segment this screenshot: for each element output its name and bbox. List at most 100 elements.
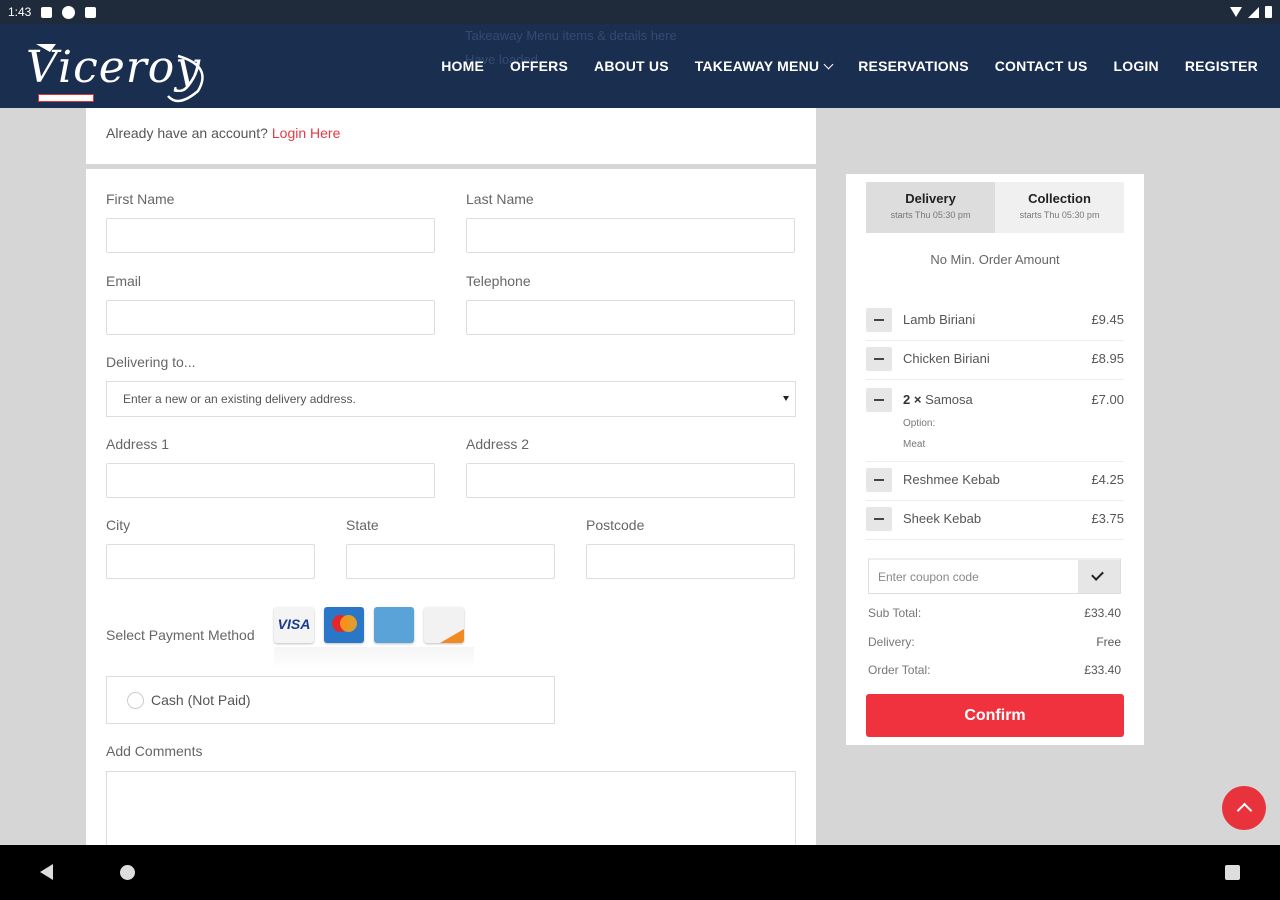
min-order-text: No Min. Order Amount bbox=[930, 252, 1060, 267]
telephone-field[interactable] bbox=[466, 300, 795, 335]
coupon-placeholder: Enter coupon code bbox=[878, 570, 979, 584]
delivery-address-select-value: Enter a new or an existing delivery addr… bbox=[123, 392, 356, 406]
cash-payment-option[interactable]: Cash (Not Paid) bbox=[106, 676, 555, 724]
cart-item-name-text: Samosa bbox=[925, 392, 973, 407]
login-prompt-panel: Already have an account? Login Here bbox=[86, 108, 816, 164]
cart-item: Lamb Biriani £9.45 bbox=[866, 302, 1124, 341]
cash-option-label: Cash (Not Paid) bbox=[151, 692, 251, 708]
login-prompt-text: Already have an account? bbox=[106, 125, 268, 141]
city-field[interactable] bbox=[106, 544, 315, 579]
mastercard-icon bbox=[324, 607, 364, 643]
sub-total-value: £33.40 bbox=[1084, 606, 1121, 620]
scroll-to-top-button[interactable] bbox=[1222, 786, 1266, 830]
nav-reservations[interactable]: RESERVATIONS bbox=[858, 58, 969, 74]
nav-about-us[interactable]: ABOUT US bbox=[594, 58, 669, 74]
nav-takeaway-menu[interactable]: TAKEAWAY MENU bbox=[694, 58, 834, 74]
cart-item-price: £7.00 bbox=[1091, 392, 1124, 407]
remove-item-button[interactable] bbox=[866, 308, 892, 332]
cart-item-name: Chicken Biriani bbox=[903, 351, 990, 366]
cart-item: Reshmee Kebab £4.25 bbox=[866, 462, 1124, 501]
amex-card-icon bbox=[374, 607, 414, 643]
nav-takeaway-label: TAKEAWAY MENU bbox=[694, 58, 820, 74]
cart-item-price: £8.95 bbox=[1091, 351, 1124, 366]
coupon-field[interactable]: Enter coupon code bbox=[868, 558, 1121, 594]
cart-item-name: Sheek Kebab bbox=[903, 511, 982, 526]
email-field[interactable] bbox=[106, 300, 435, 335]
back-icon[interactable] bbox=[40, 864, 53, 880]
telephone-label: Telephone bbox=[466, 273, 531, 289]
comments-label: Add Comments bbox=[106, 743, 203, 759]
home-icon[interactable] bbox=[120, 865, 135, 880]
nav-contact-us[interactable]: CONTACT US bbox=[995, 58, 1088, 74]
cart-item-price: £3.75 bbox=[1091, 511, 1124, 526]
confirm-button[interactable]: Confirm bbox=[866, 694, 1124, 737]
site-header: Takeaway Menu items & details here Have … bbox=[0, 24, 1280, 108]
nav-home[interactable]: HOME bbox=[441, 58, 484, 74]
notification-icon bbox=[62, 5, 76, 19]
recent-apps-icon[interactable] bbox=[1225, 865, 1240, 880]
address2-label: Address 2 bbox=[466, 436, 530, 452]
cart-item: 2 × Samosa £7.00 Option: Meat bbox=[866, 380, 1124, 462]
system-nav-bar bbox=[0, 845, 1280, 900]
email-label: Email bbox=[106, 273, 142, 289]
nav-register[interactable]: REGISTER bbox=[1185, 58, 1258, 74]
remove-item-button[interactable] bbox=[866, 468, 892, 492]
address1-field[interactable] bbox=[106, 463, 435, 498]
delivery-value: Free bbox=[1096, 635, 1121, 649]
state-field[interactable] bbox=[346, 544, 555, 579]
notification-icon bbox=[41, 6, 53, 18]
cart-item: Sheek Kebab £3.75 bbox=[866, 501, 1124, 540]
order-total-row: Order Total: £33.40 bbox=[868, 663, 1121, 677]
card-reflection bbox=[274, 647, 474, 669]
battery-icon bbox=[1265, 6, 1272, 18]
delivery-row: Delivery: Free bbox=[868, 635, 1121, 649]
notification-icon bbox=[85, 6, 97, 18]
sub-total-row: Sub Total: £33.40 bbox=[868, 606, 1121, 620]
cart-items: Lamb Biriani £9.45 Chicken Biriani £8.95… bbox=[866, 302, 1124, 540]
postcode-field[interactable] bbox=[586, 544, 795, 579]
status-time: 1:43 bbox=[8, 5, 32, 19]
sub-total-label: Sub Total: bbox=[868, 606, 922, 620]
last-name-field[interactable] bbox=[466, 218, 795, 253]
order-cart: Delivery starts Thu 05:30 pm Collection … bbox=[846, 174, 1144, 745]
apply-coupon-check-icon[interactable] bbox=[1078, 560, 1120, 593]
cash-radio-button[interactable] bbox=[127, 692, 144, 709]
city-label: City bbox=[106, 517, 131, 533]
remove-item-button[interactable] bbox=[866, 388, 892, 412]
login-here-link[interactable]: Login Here bbox=[272, 125, 341, 141]
remove-item-button[interactable] bbox=[866, 347, 892, 371]
wifi-icon bbox=[1230, 7, 1242, 17]
cart-item-price: £4.25 bbox=[1091, 472, 1124, 487]
state-label: State bbox=[346, 517, 379, 533]
cart-item-option-value: Meat bbox=[903, 439, 926, 450]
postcode-label: Postcode bbox=[586, 517, 645, 533]
tab-delivery-time: starts Thu 05:30 pm bbox=[890, 210, 971, 220]
signal-icon bbox=[1248, 6, 1259, 18]
cart-item-name: Reshmee Kebab bbox=[903, 472, 1000, 487]
cart-item-price: £9.45 bbox=[1091, 312, 1124, 327]
checkout-form: First Name Last Name Email Telephone Del… bbox=[86, 169, 816, 851]
delivery-label: Delivery: bbox=[868, 635, 915, 649]
delivering-to-label: Delivering to... bbox=[106, 354, 196, 370]
tab-collection-time: starts Thu 05:30 pm bbox=[1019, 210, 1100, 220]
nav-offers[interactable]: OFFERS bbox=[510, 58, 568, 74]
cart-item-qty: 2 × bbox=[903, 392, 922, 407]
nav-login[interactable]: LOGIN bbox=[1113, 58, 1158, 74]
address2-field[interactable] bbox=[466, 463, 795, 498]
visa-card-icon: VISA bbox=[274, 607, 314, 643]
logo-text: Viceroy bbox=[26, 42, 202, 93]
tab-delivery-label: Delivery bbox=[905, 191, 956, 206]
first-name-field[interactable] bbox=[106, 218, 435, 253]
remove-item-button[interactable] bbox=[866, 507, 892, 531]
site-logo[interactable]: Viceroy bbox=[22, 36, 222, 106]
cart-item: Chicken Biriani £8.95 bbox=[866, 341, 1124, 380]
order-total-label: Order Total: bbox=[868, 663, 931, 677]
tab-collection-label: Collection bbox=[1028, 191, 1091, 206]
tab-collection[interactable]: Collection starts Thu 05:30 pm bbox=[995, 182, 1124, 233]
payment-cards: VISA bbox=[274, 607, 464, 643]
payment-method-label: Select Payment Method bbox=[106, 627, 255, 643]
delivery-address-select[interactable]: Enter a new or an existing delivery addr… bbox=[106, 381, 796, 417]
order-type-tabs: Delivery starts Thu 05:30 pm Collection … bbox=[866, 182, 1124, 233]
tab-delivery[interactable]: Delivery starts Thu 05:30 pm bbox=[866, 182, 995, 233]
comments-textarea[interactable] bbox=[106, 771, 796, 851]
